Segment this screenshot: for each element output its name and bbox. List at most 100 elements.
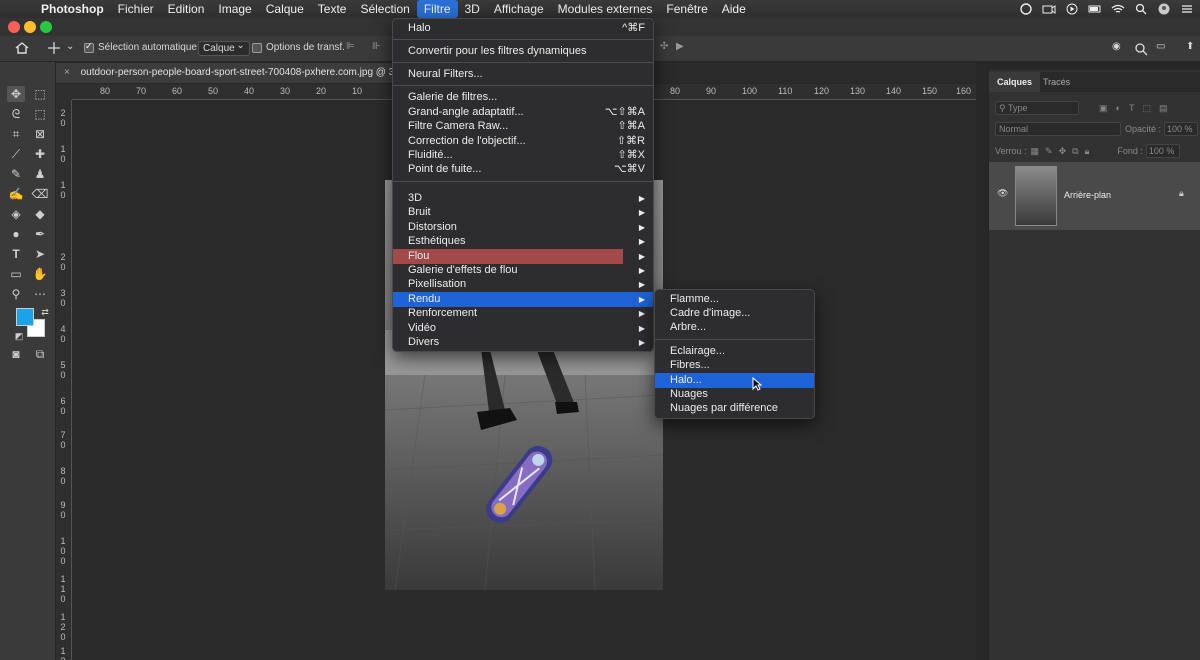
menu-item-last-filter[interactable]: Halo ^⌘F — [393, 21, 653, 36]
marquee-icon[interactable]: ⬚ — [31, 86, 49, 102]
submenu-video[interactable]: Vidéo ▶ — [393, 321, 653, 336]
lock-all-icon[interactable]: 🔒︎ — [1085, 146, 1090, 157]
menu-item-flamme[interactable]: Flamme... — [655, 292, 814, 307]
brush-icon[interactable]: ✎ — [7, 166, 25, 182]
frame-icon[interactable]: ⊠ — [31, 126, 49, 142]
battery-icon[interactable] — [1088, 3, 1102, 15]
menu-texte[interactable]: Texte — [311, 0, 354, 18]
3d-video-icon[interactable]: ▶ — [676, 41, 684, 52]
submenu-distorsion[interactable]: Distorsion ▶ — [393, 220, 653, 235]
blur-icon[interactable]: ◆ — [31, 206, 49, 222]
align-left-icon[interactable]: ⊫ — [346, 41, 355, 52]
filter-smart-icon[interactable]: ▤ — [1159, 103, 1168, 114]
text-icon[interactable]: T — [7, 246, 25, 262]
filter-text-icon[interactable]: T — [1129, 103, 1135, 113]
menu-aide[interactable]: Aide — [715, 0, 753, 18]
filter-image-icon[interactable]: ▣ — [1099, 103, 1108, 114]
menu-item-cadre[interactable]: Cadre d'image... — [655, 306, 814, 321]
opacity-field[interactable]: 100 % — [1164, 122, 1199, 136]
quick-mask-icon[interactable]: ◙ — [7, 346, 25, 362]
pen-icon[interactable]: ✒ — [31, 226, 49, 242]
menu-item-adaptive-wide-angle[interactable]: Grand-angle adaptatif... ⌥⇧⌘A — [393, 105, 653, 120]
auto-select-control[interactable]: Sélection automatique : — [84, 41, 203, 53]
fill-field[interactable]: 100 % — [1145, 144, 1180, 158]
menu-fenetre[interactable]: Fenêtre — [659, 0, 714, 18]
swap-colors-icon[interactable]: ⇄ — [36, 304, 54, 320]
submenu-divers[interactable]: Divers ▶ — [393, 335, 653, 350]
layer-row[interactable]: 👁︎ Arrière-plan 🔒︎ — [989, 162, 1200, 230]
menu-3d[interactable]: 3D — [458, 0, 487, 18]
3d-orbit-icon[interactable]: ✣ — [660, 41, 668, 52]
zoom-window-button[interactable] — [40, 21, 52, 33]
share-upload-icon[interactable]: ⬆ — [1186, 41, 1194, 52]
rectangle-icon[interactable]: ▭ — [7, 266, 25, 282]
creative-cloud-icon[interactable] — [1019, 3, 1033, 15]
move-tool-icon[interactable] — [46, 41, 62, 55]
vertical-ruler[interactable]: 2 0 1 0 1 0 2 0 3 0 4 0 5 0 6 0 7 0 8 0 … — [56, 100, 72, 660]
paint-bucket-icon[interactable]: ◈ — [7, 206, 25, 222]
menu-selection[interactable]: Sélection — [353, 0, 416, 18]
hand-icon[interactable]: ✋ — [31, 266, 49, 282]
menu-item-vanishing-point[interactable]: Point de fuite... ⌥⌘V — [393, 162, 653, 177]
submenu-esthetiques[interactable]: Esthétiques ▶ — [393, 234, 653, 249]
search-icon[interactable] — [1134, 3, 1148, 15]
menu-item-convert-smart[interactable]: Convertir pour les filtres dynamiques — [393, 44, 653, 59]
submenu-pixellisation[interactable]: Pixellisation ▶ — [393, 277, 653, 292]
lock-position-icon[interactable]: ✥ — [1059, 146, 1067, 157]
move-tool-icon[interactable]: ✥ — [7, 86, 25, 102]
menu-item-nuages[interactable]: Nuages — [655, 387, 814, 402]
submenu-galerie-flou[interactable]: Galerie d'effets de flou ▶ — [393, 263, 653, 278]
menu-modules-externes[interactable]: Modules externes — [551, 0, 660, 18]
close-tab-icon[interactable]: × — [64, 67, 70, 78]
eye-icon[interactable]: 👁︎ — [997, 188, 1008, 199]
menu-item-nuages-difference[interactable]: Nuages par différence — [655, 401, 814, 416]
dodge-icon[interactable]: ● — [7, 226, 25, 242]
menu-item-halo[interactable]: Halo... — [655, 373, 814, 388]
lasso-icon[interactable]: ᘓ — [7, 106, 25, 122]
object-select-icon[interactable]: ⬚ — [31, 106, 49, 122]
transform-options-checkbox[interactable] — [252, 42, 262, 53]
menu-item-lens-correction[interactable]: Correction de l'objectif... ⇧⌘R — [393, 134, 653, 149]
wifi-icon[interactable] — [1111, 3, 1125, 15]
tab-calques[interactable]: Calques — [989, 72, 1041, 92]
user-icon[interactable] — [1157, 3, 1171, 15]
menu-item-arbre[interactable]: Arbre... — [655, 320, 814, 335]
filter-adjust-icon[interactable]: ◐ — [1116, 103, 1121, 113]
path-select-icon[interactable]: ➤ — [31, 246, 49, 262]
home-icon[interactable] — [14, 41, 30, 55]
history-brush-icon[interactable]: ✍ — [7, 186, 25, 202]
menu-item-neural-filters[interactable]: Neural Filters... — [393, 67, 653, 82]
auto-select-value[interactable]: Calque — [198, 40, 250, 56]
auto-select-checkbox[interactable] — [84, 41, 94, 53]
align-center-icon[interactable]: ⊪ — [372, 41, 381, 52]
submenu-rendu[interactable]: Rendu ▶ — [393, 292, 653, 307]
camera-icon[interactable] — [1042, 3, 1056, 15]
submenu-3d[interactable]: 3D ▶ — [393, 191, 653, 206]
share-icon[interactable]: ◉ — [1112, 41, 1121, 52]
eraser-icon[interactable]: ⌫ — [31, 186, 49, 202]
menu-edition[interactable]: Edition — [161, 0, 212, 18]
screen-mode-icon[interactable]: ⧉ — [31, 346, 49, 362]
zoom-icon[interactable]: ⚲ — [7, 286, 25, 302]
submenu-flou[interactable]: Flou — [393, 249, 623, 264]
menu-item-fibres[interactable]: Fibres... — [655, 358, 814, 373]
filter-shape-icon[interactable]: ⬚ — [1142, 103, 1151, 114]
menu-image[interactable]: Image — [211, 0, 258, 18]
menu-fichier[interactable]: Fichier — [111, 0, 161, 18]
tab-traces[interactable]: Tracés — [1035, 72, 1078, 92]
menu-calque[interactable]: Calque — [259, 0, 311, 18]
eyedropper-icon[interactable]: ⟋ — [7, 146, 25, 162]
menu-item-eclairage[interactable]: Eclairage... — [655, 344, 814, 359]
chevron-down-icon[interactable]: ⌄ — [66, 41, 74, 52]
submenu-renforcement[interactable]: Renforcement ▶ — [393, 306, 653, 321]
menu-affichage[interactable]: Affichage — [487, 0, 551, 18]
crop-icon[interactable]: ⌗ — [7, 126, 25, 142]
auto-select-dropdown[interactable]: Calque — [198, 40, 250, 56]
layer-name[interactable]: Arrière-plan — [1064, 190, 1111, 200]
lock-paint-icon[interactable]: ✎ — [1045, 146, 1053, 157]
menu-item-liquify[interactable]: Fluidité... ⇧⌘X — [393, 148, 653, 163]
minimize-window-button[interactable] — [24, 21, 36, 33]
menu-item-filter-gallery[interactable]: Galerie de filtres... — [393, 90, 653, 105]
menu-app-name[interactable]: Photoshop — [34, 0, 111, 18]
workspace-icon[interactable]: ▭ — [1156, 41, 1165, 52]
